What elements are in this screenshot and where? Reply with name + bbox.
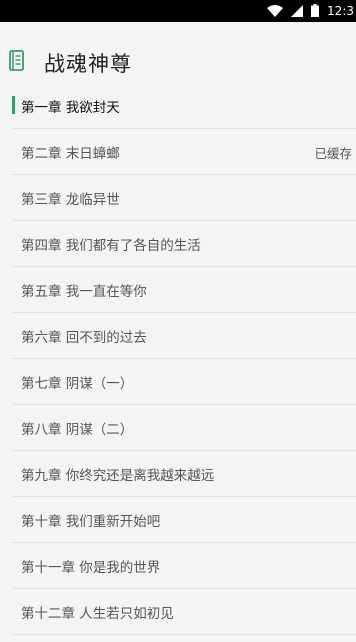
chapter-title: 第六章 回不到的过去: [21, 330, 147, 346]
chapter-item[interactable]: 第五章 我一直在等你: [0, 267, 356, 313]
chapter-item[interactable]: 第十章 我们重新开始吧: [0, 497, 356, 543]
battery-icon: [311, 2, 320, 21]
signal-icon: [291, 2, 304, 21]
status-icons: 12:3: [267, 0, 356, 22]
chapter-item-current[interactable]: 第一章 我欲封天: [0, 83, 356, 129]
chapter-item[interactable]: 第七章 阴谋（一）: [0, 359, 356, 405]
chapter-title: 第四章 我们都有了各自的生活: [21, 238, 201, 254]
chapter-title: 第十章 我们重新开始吧: [21, 514, 161, 530]
chapter-item[interactable]: 第三章 龙临异世: [0, 175, 356, 221]
status-time: 12:3: [327, 4, 354, 18]
cached-badge: 已缓存: [314, 145, 352, 161]
chapter-item[interactable]: 第二章 末日蟑螂 已缓存: [0, 129, 356, 175]
chapter-title: 第九章 你终究还是离我越来越远: [21, 468, 215, 484]
chapter-title: 第十二章 人生若只如初见: [21, 606, 174, 622]
chapter-item[interactable]: 第十二章 人生若只如初见: [0, 589, 356, 635]
chapter-list: 第一章 我欲封天 第二章 末日蟑螂 已缓存 第三章 龙临异世 第四章 我们都有了…: [0, 83, 356, 635]
chapter-title: 第八章 阴谋（二）: [21, 422, 134, 438]
chapter-title: 第二章 末日蟑螂: [21, 146, 120, 162]
book-icon: [8, 50, 26, 72]
wifi-icon: [267, 2, 284, 21]
chapter-title: 第十一章 你是我的世界: [21, 560, 161, 576]
current-chapter-marker: [12, 96, 15, 114]
book-title: 战魂神尊: [44, 52, 132, 76]
chapter-item[interactable]: 第四章 我们都有了各自的生活: [0, 221, 356, 267]
chapter-title: 第三章 龙临异世: [21, 192, 120, 208]
chapter-title: 第七章 阴谋（一）: [21, 376, 134, 392]
chapter-item[interactable]: 第六章 回不到的过去: [0, 313, 356, 359]
chapter-item[interactable]: 第八章 阴谋（二）: [0, 405, 356, 451]
chapter-title: 第五章 我一直在等你: [21, 284, 147, 300]
chapter-item[interactable]: 第十一章 你是我的世界: [0, 543, 356, 589]
chapter-item[interactable]: 第九章 你终究还是离我越来越远: [0, 451, 356, 497]
status-bar: 12:3: [0, 0, 356, 22]
chapter-title: 第一章 我欲封天: [21, 100, 120, 116]
